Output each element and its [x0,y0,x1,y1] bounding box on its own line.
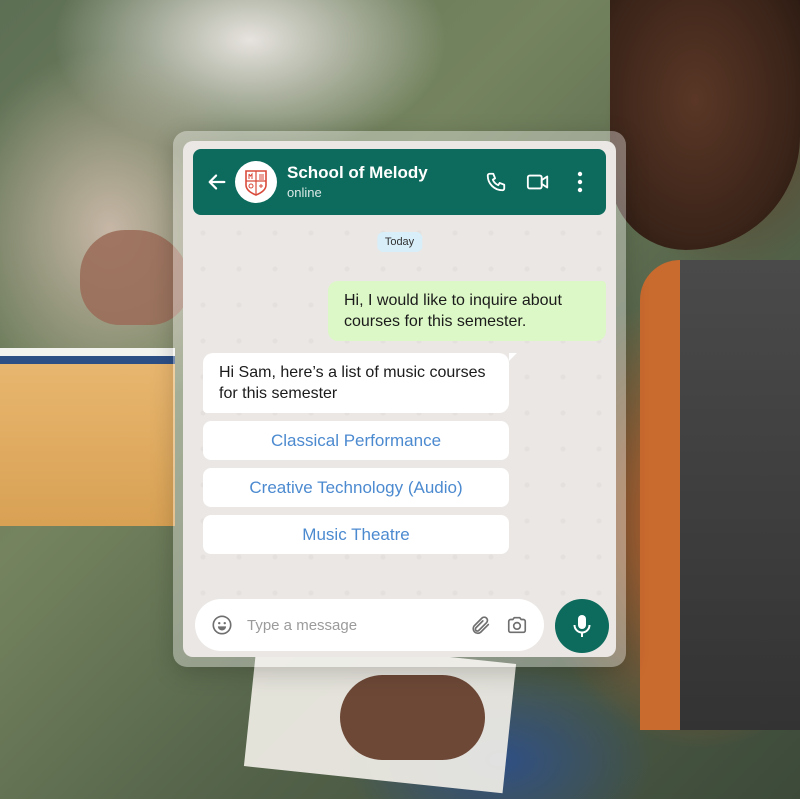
phone-icon[interactable] [484,170,508,194]
more-vert-icon[interactable] [568,170,592,194]
message-composer [195,599,544,651]
school-logo-avatar[interactable] [235,161,277,203]
date-chip: Today [376,232,423,252]
option-music-theatre-button[interactable]: Music Theatre [203,515,509,554]
paperclip-icon[interactable] [470,614,492,636]
background-hand-writing [340,675,485,760]
outgoing-message: Hi, I would like to inquire about course… [328,281,606,341]
chat-title-block[interactable]: School of Melody online [287,163,466,201]
chat-status: online [287,185,322,200]
microphone-icon[interactable] [555,599,609,653]
option-creative-technology-button[interactable]: Creative Technology (Audio) [203,468,509,507]
incoming-message: Hi Sam, here’s a list of music courses f… [203,353,517,413]
chat-frame: School of Melody online Today Hi, I woul… [173,131,626,667]
background-shirt [640,260,800,730]
background-notebook [0,348,175,526]
video-camera-icon[interactable] [526,170,550,194]
chat-header: School of Melody online [193,149,606,215]
message-input[interactable] [245,615,456,635]
arrow-left-icon[interactable] [205,170,229,194]
camera-icon[interactable] [506,614,528,636]
chat-title: School of Melody [287,163,428,182]
option-classical-performance-button[interactable]: Classical Performance [203,421,509,460]
emoji-icon[interactable] [211,614,233,636]
chat-window: School of Melody online Today Hi, I woul… [183,141,616,657]
